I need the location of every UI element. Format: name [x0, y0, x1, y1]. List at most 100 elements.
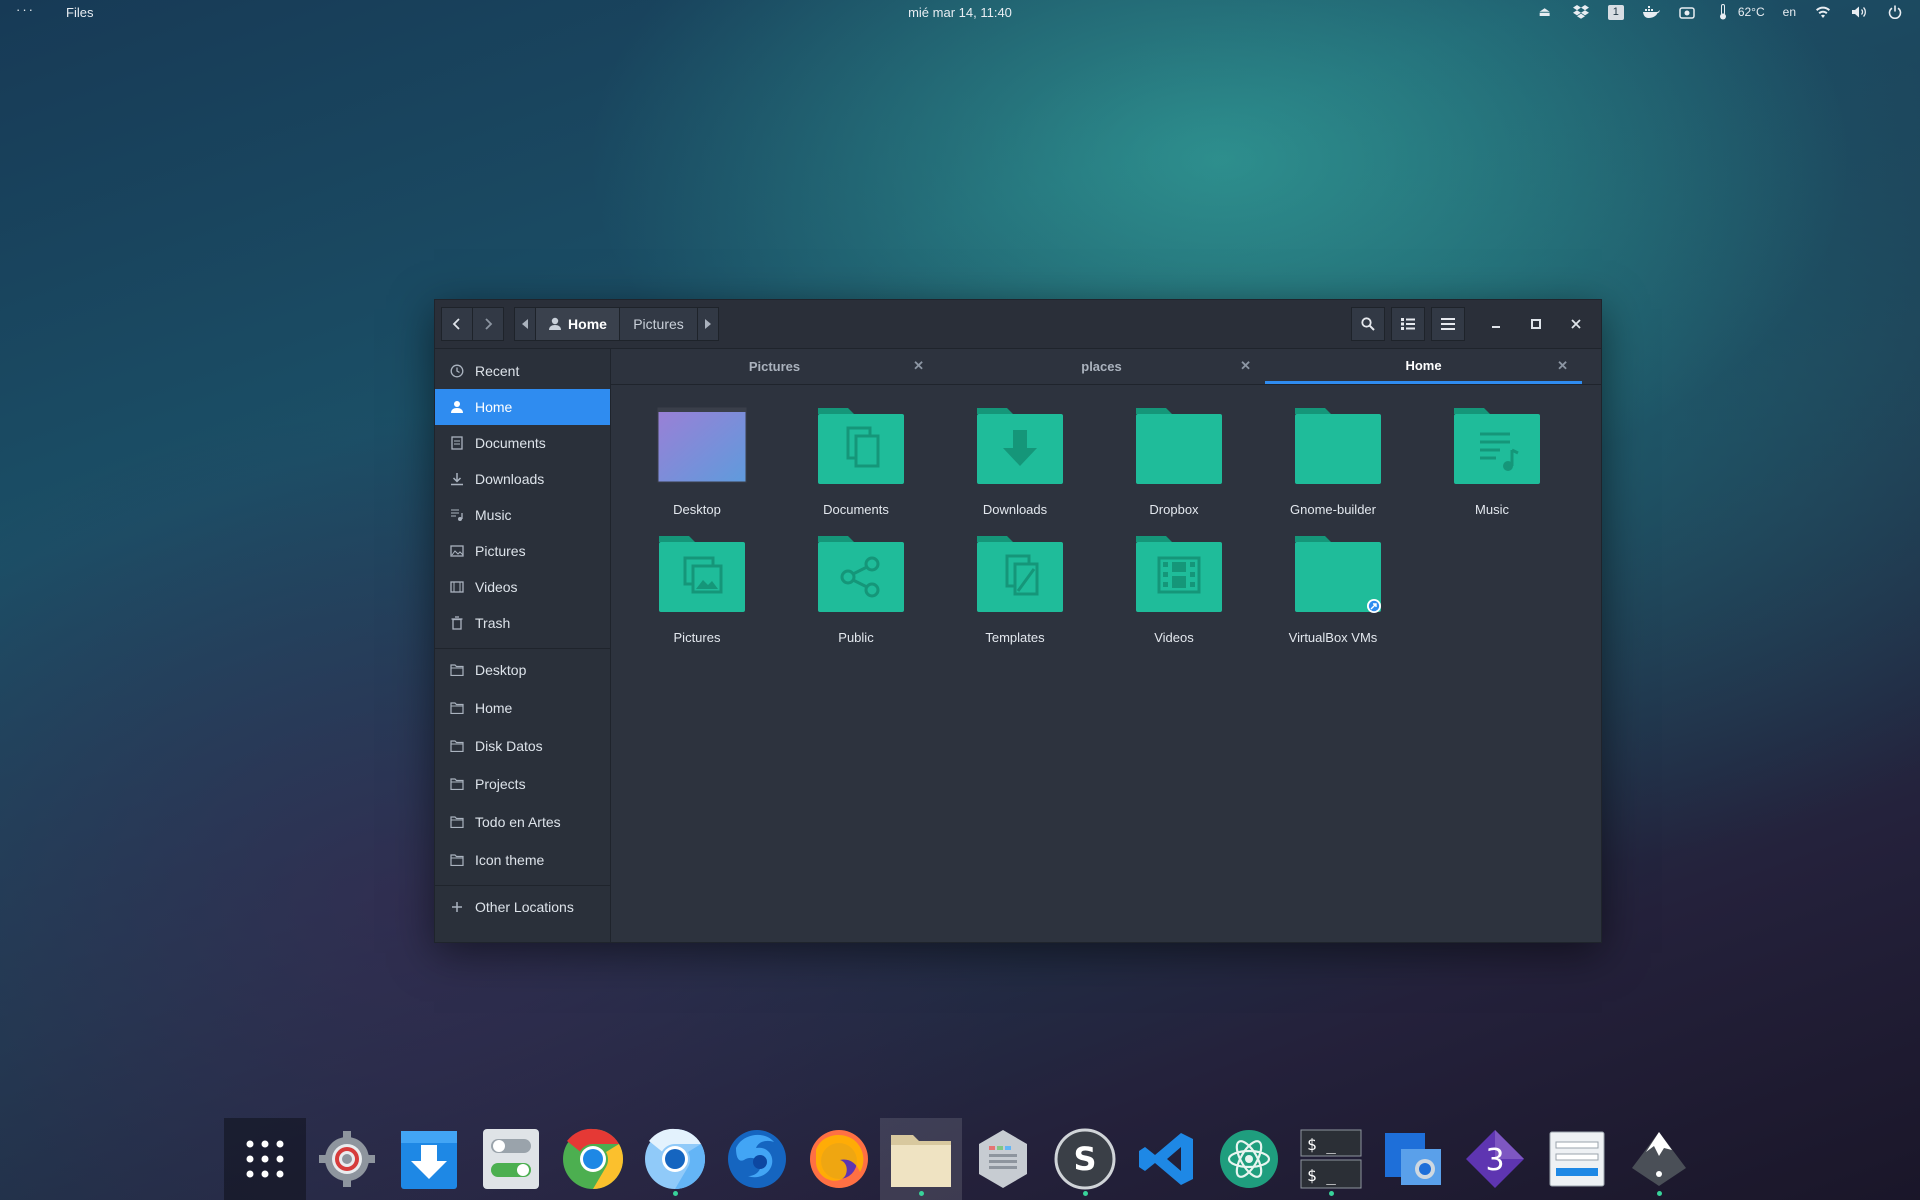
dock-inkscape[interactable]: [1618, 1118, 1700, 1200]
tab-pictures[interactable]: Pictures ✕: [611, 349, 938, 384]
file-item-pictures[interactable]: Pictures: [622, 534, 772, 654]
sidebar-item-pictures[interactable]: Pictures: [435, 533, 610, 569]
wifi-icon[interactable]: [1814, 3, 1832, 21]
close-tab-icon[interactable]: ✕: [1240, 358, 1251, 374]
maximize-button[interactable]: [1524, 312, 1548, 336]
file-item-desktop[interactable]: Desktop: [622, 406, 772, 526]
file-label: VirtualBox VMs: [1288, 630, 1378, 645]
sidebar-item-videos[interactable]: Videos: [435, 569, 610, 605]
clock-icon: [449, 363, 465, 379]
file-item-documents[interactable]: Documents: [781, 406, 931, 526]
sidebar-item-bookmark-home[interactable]: Home: [435, 690, 610, 726]
tab-bar: Pictures ✕ places ✕ Home ✕: [611, 349, 1601, 385]
color-palette-icon: [979, 1130, 1027, 1188]
firefox-icon: [810, 1130, 868, 1188]
file-item-music[interactable]: Music: [1417, 406, 1567, 526]
folder-icon: [449, 738, 465, 754]
system-tray: ⏏ 1 62°C en: [1536, 3, 1904, 21]
file-item-videos[interactable]: Videos: [1099, 534, 1249, 654]
file-item-downloads[interactable]: Downloads: [940, 406, 1090, 526]
file-item-templates[interactable]: Templates: [940, 534, 1090, 654]
pictures-folder-icon: [659, 536, 745, 612]
sidebar-item-trash[interactable]: Trash: [435, 605, 610, 641]
sidebar-item-recent[interactable]: Recent: [435, 353, 610, 389]
sidebar-label: Documents: [475, 435, 546, 451]
volume-icon[interactable]: [1850, 3, 1868, 21]
menu-button[interactable]: [1431, 307, 1465, 341]
eject-icon[interactable]: ⏏: [1536, 3, 1554, 21]
back-button[interactable]: [441, 307, 473, 341]
dock-vscode[interactable]: [1126, 1118, 1208, 1200]
screencast-icon[interactable]: [1678, 3, 1696, 21]
tab-places[interactable]: places ✕: [938, 349, 1265, 384]
dock-chromium[interactable]: [634, 1118, 716, 1200]
sidebar-item-home[interactable]: Home: [435, 389, 610, 425]
download-app-icon: [401, 1131, 457, 1189]
sidebar-item-other-locations[interactable]: Other Locations: [435, 889, 610, 925]
app-grid-icon: [246, 1140, 284, 1178]
trash-icon: [449, 615, 465, 631]
close-button[interactable]: [1564, 312, 1588, 336]
running-indicator: [1656, 1191, 1662, 1196]
file-item-public[interactable]: Public: [781, 534, 931, 654]
sidebar-item-bookmark-todo-en-artes[interactable]: Todo en Artes: [435, 804, 610, 840]
workspace-indicator[interactable]: 1: [1607, 4, 1624, 20]
path-button-home[interactable]: Home: [535, 307, 620, 341]
sidebar-label: Projects: [475, 776, 526, 792]
dock-app-grid[interactable]: [224, 1118, 306, 1200]
symlink-folder-icon: [1295, 536, 1381, 613]
dock-downloader[interactable]: [388, 1118, 470, 1200]
dock-firefox[interactable]: [798, 1118, 880, 1200]
dock-atom[interactable]: [1208, 1118, 1290, 1200]
file-item-dropbox[interactable]: Dropbox: [1099, 406, 1249, 526]
docker-icon[interactable]: [1642, 3, 1660, 21]
sidebar-item-bookmark-desktop[interactable]: Desktop: [435, 652, 610, 688]
view-toggle-button[interactable]: [1391, 307, 1425, 341]
path-scroll-left-button[interactable]: [514, 307, 536, 341]
dock-screenshot[interactable]: [1372, 1118, 1454, 1200]
file-item-virtualbox-vms[interactable]: VirtualBox VMs: [1258, 534, 1408, 654]
dock-files[interactable]: [880, 1118, 962, 1200]
dock-color-picker[interactable]: [962, 1118, 1044, 1200]
tab-label: places: [1081, 359, 1122, 374]
dock: S $ _ $ _ 3: [224, 1118, 1700, 1200]
dock-glade[interactable]: [1536, 1118, 1618, 1200]
dropbox-icon[interactable]: [1572, 3, 1590, 21]
folder-icon: [1295, 408, 1381, 484]
dock-terminal[interactable]: $ _ $ _: [1290, 1118, 1372, 1200]
sidebar-item-bookmark-disk-datos[interactable]: Disk Datos: [435, 728, 610, 764]
dock-gnome-3[interactable]: 3: [1454, 1118, 1536, 1200]
sidebar-item-downloads[interactable]: Downloads: [435, 461, 610, 497]
sidebar-label: Home: [475, 700, 513, 716]
dock-firefox-developer[interactable]: [716, 1118, 798, 1200]
keyboard-layout[interactable]: en: [1783, 5, 1796, 19]
sidebar: Recent Home Documents Downloads Music Pi…: [435, 349, 611, 942]
chevron-right-icon: [485, 318, 493, 330]
dock-chrome[interactable]: [552, 1118, 634, 1200]
file-item-gnome-builder[interactable]: Gnome-builder: [1258, 406, 1408, 526]
sidebar-item-bookmark-icon-theme[interactable]: Icon theme: [435, 842, 610, 878]
vscode-icon: [1139, 1133, 1193, 1185]
sidebar-item-documents[interactable]: Documents: [435, 425, 610, 461]
file-label: Desktop: [673, 502, 721, 517]
path-scroll-right-button[interactable]: [697, 307, 719, 341]
power-icon[interactable]: [1886, 3, 1904, 21]
sidebar-item-bookmark-projects[interactable]: Projects: [435, 766, 610, 802]
sidebar-separator: [435, 648, 610, 649]
sidebar-item-music[interactable]: Music: [435, 497, 610, 533]
path-label-home: Home: [568, 316, 607, 332]
dock-settings[interactable]: [306, 1118, 388, 1200]
dock-sublime-merge[interactable]: S: [1044, 1118, 1126, 1200]
dock-tweaks[interactable]: [470, 1118, 552, 1200]
thermometer-icon: [1714, 3, 1732, 21]
minimize-button[interactable]: [1484, 312, 1508, 336]
close-tab-icon[interactable]: ✕: [1557, 358, 1568, 374]
close-tab-icon[interactable]: ✕: [913, 358, 924, 374]
path-button-pictures[interactable]: Pictures: [619, 307, 698, 341]
sidebar-separator: [435, 885, 610, 886]
tab-home[interactable]: Home ✕: [1265, 349, 1582, 384]
forward-button[interactable]: [472, 307, 504, 341]
search-button[interactable]: [1351, 307, 1385, 341]
templates-folder-icon: [977, 536, 1063, 612]
temperature-readout[interactable]: 62°C: [1738, 5, 1765, 19]
